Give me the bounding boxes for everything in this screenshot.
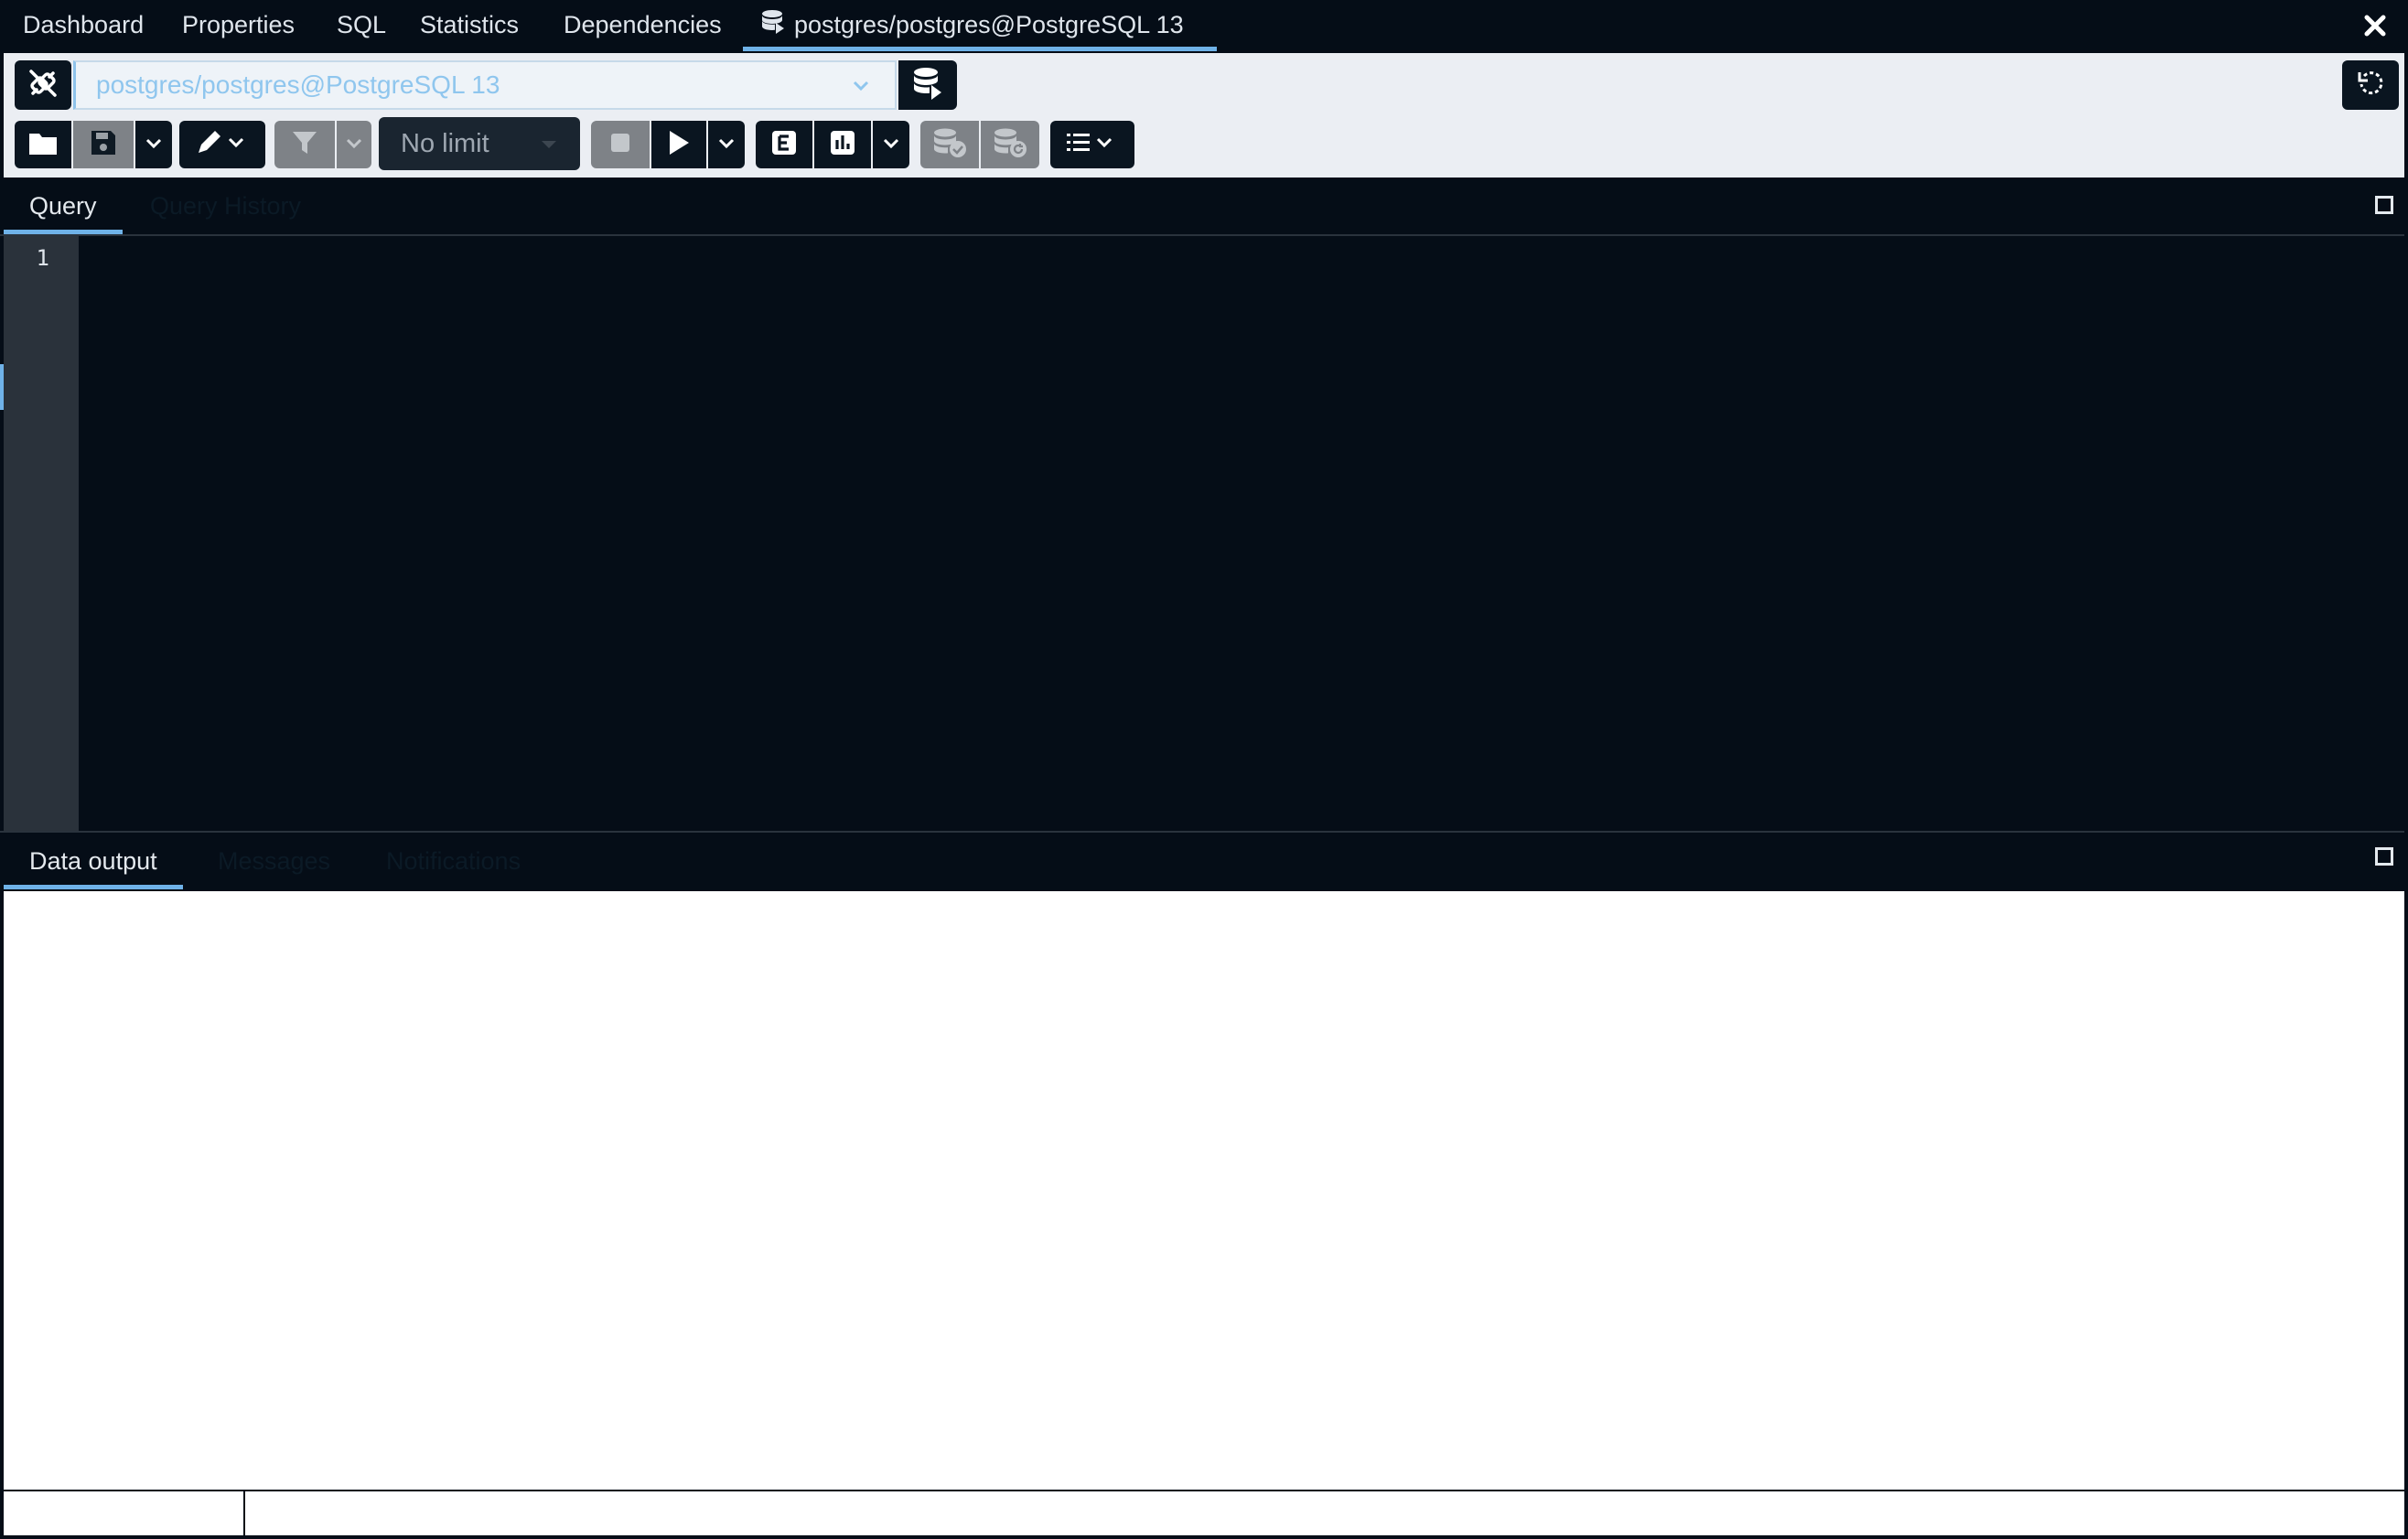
- macros-button[interactable]: [1050, 121, 1134, 168]
- execute-button[interactable]: [651, 121, 706, 168]
- macros-icon: [1065, 129, 1120, 161]
- tab-dashboard[interactable]: Dashboard: [23, 0, 144, 51]
- filter-options-button[interactable]: [337, 121, 371, 168]
- reset-layout-button[interactable]: [2342, 60, 2399, 110]
- tab-notifications[interactable]: Notifications: [386, 833, 521, 889]
- filter-button[interactable]: [274, 121, 335, 168]
- window-border: [0, 1535, 2408, 1539]
- chevron-down-icon: [716, 133, 736, 157]
- tab-sql[interactable]: SQL: [337, 0, 386, 51]
- database-icon: [761, 2, 785, 51]
- row-limit-value: No limit: [401, 129, 489, 158]
- save-icon: [90, 129, 117, 161]
- save-button[interactable]: [73, 121, 134, 168]
- database-new-icon: [912, 67, 943, 104]
- query-panel-tabs: Query Query History: [0, 178, 2408, 234]
- top-tab-bar: Dashboard Properties SQL Statistics Depe…: [0, 0, 2408, 53]
- explain-analyze-button[interactable]: [814, 121, 871, 168]
- line-number-gutter: 1: [4, 236, 79, 831]
- status-bar-separator: [243, 1491, 245, 1537]
- edit-icon: [195, 129, 250, 161]
- chevron-down-icon: [881, 133, 901, 157]
- filter-icon: [291, 129, 318, 161]
- connection-status-button[interactable]: [15, 60, 71, 110]
- edit-button[interactable]: [179, 121, 265, 168]
- tab-query-history[interactable]: Query History: [150, 178, 301, 234]
- reset-layout-icon: [2357, 70, 2384, 102]
- tab-query[interactable]: Query: [4, 178, 123, 234]
- panel-resize-handle[interactable]: [0, 364, 4, 410]
- rollback-icon: [992, 127, 1028, 163]
- stop-icon: [609, 132, 631, 158]
- commit-button[interactable]: [920, 121, 979, 168]
- open-file-button[interactable]: [15, 121, 71, 168]
- chevron-down-icon: [851, 75, 871, 100]
- data-output-grid[interactable]: [4, 891, 2404, 1490]
- status-bar: [4, 1490, 2404, 1537]
- chevron-down-icon: [144, 133, 164, 157]
- close-icon[interactable]: [2359, 9, 2392, 42]
- chevron-down-icon: [344, 133, 364, 157]
- explain-analyze-icon: [829, 129, 856, 161]
- maximize-icon[interactable]: [2375, 847, 2393, 866]
- explain-button[interactable]: [756, 121, 812, 168]
- disconnect-icon: [26, 66, 60, 105]
- row-limit-select[interactable]: No limit: [379, 117, 580, 170]
- tab-properties[interactable]: Properties: [182, 0, 295, 51]
- line-number: 1: [36, 245, 49, 271]
- stop-button[interactable]: [591, 121, 650, 168]
- output-panel-tabs: Data output Messages Notifications: [0, 833, 2408, 889]
- tab-dependencies[interactable]: Dependencies: [564, 0, 722, 51]
- connection-select[interactable]: postgres/postgres@PostgreSQL 13: [73, 60, 897, 110]
- connection-select-value: postgres/postgres@PostgreSQL 13: [96, 70, 500, 99]
- maximize-icon[interactable]: [2375, 196, 2393, 214]
- explain-icon: [770, 129, 798, 161]
- tab-messages[interactable]: Messages: [218, 833, 330, 889]
- save-options-button[interactable]: [135, 121, 172, 168]
- sql-editor[interactable]: [79, 236, 2404, 831]
- explain-options-button[interactable]: [873, 121, 909, 168]
- tab-statistics[interactable]: Statistics: [420, 0, 519, 51]
- tab-query-tool-label: postgres/postgres@PostgreSQL 13: [794, 11, 1184, 38]
- query-toolbar: postgres/postgres@PostgreSQL 13 No limit: [0, 53, 2408, 178]
- folder-icon: [28, 130, 58, 160]
- window-border: [2404, 53, 2408, 1539]
- commit-icon: [931, 127, 968, 163]
- caret-down-icon: [542, 141, 556, 148]
- tab-query-tool[interactable]: postgres/postgres@PostgreSQL 13: [743, 0, 1217, 51]
- tab-data-output[interactable]: Data output: [4, 833, 183, 889]
- rollback-button[interactable]: [981, 121, 1039, 168]
- play-icon: [667, 129, 691, 161]
- new-connection-button[interactable]: [898, 60, 957, 110]
- execute-options-button[interactable]: [708, 121, 745, 168]
